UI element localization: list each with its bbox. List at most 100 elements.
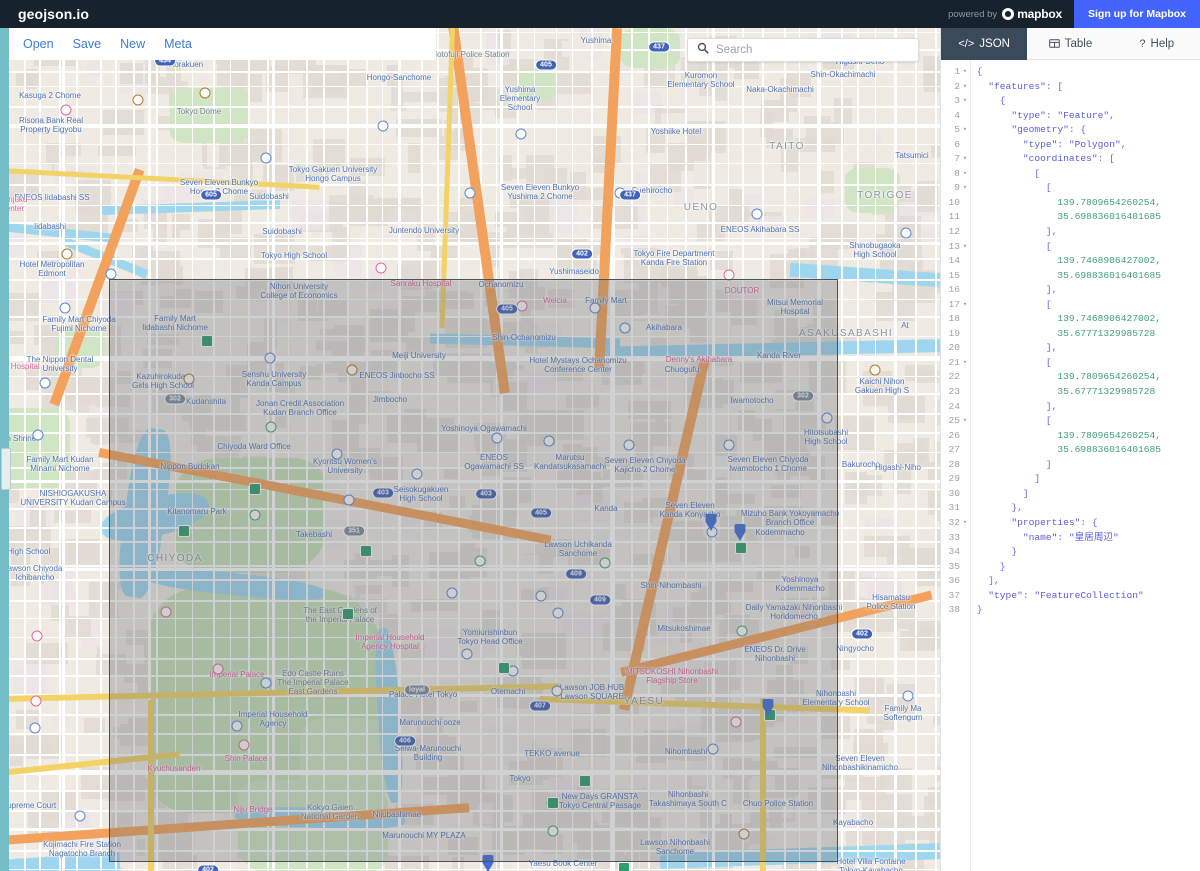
map-feature bbox=[744, 152, 769, 188]
editor-line[interactable]: ], bbox=[971, 400, 1200, 415]
map-viewport[interactable]: Family MartHongo DochomeYushimaMotofuji … bbox=[0, 28, 940, 871]
map-feature bbox=[5, 735, 40, 754]
map-label: Tokyo Gakuen University Hongo Campus bbox=[288, 165, 378, 184]
top-bar: geojson.io powered by mapbox Sign up for… bbox=[0, 0, 1200, 28]
search-box[interactable] bbox=[687, 38, 919, 62]
editor-line-number: 15▾ bbox=[948, 269, 960, 281]
editor-line[interactable]: ], bbox=[971, 225, 1200, 240]
search-input[interactable] bbox=[716, 44, 901, 56]
editor-line[interactable]: }, bbox=[971, 501, 1200, 516]
editor-code[interactable]: { "features": [ { "type": "Feature", "ge… bbox=[971, 60, 1200, 871]
map-label: Naka-Okachimachi bbox=[746, 85, 814, 94]
signup-for-mapbox-button[interactable]: Sign up for Mapbox bbox=[1074, 0, 1200, 28]
code-icon: </> bbox=[958, 37, 975, 50]
editor-line[interactable]: 35.698836016401685 bbox=[971, 269, 1200, 284]
editor-line[interactable]: { bbox=[971, 65, 1200, 80]
editor-line[interactable]: } bbox=[971, 545, 1200, 560]
map-label: Family Ma Softengum bbox=[883, 704, 923, 723]
map-feature bbox=[89, 428, 105, 443]
editor-line-number: 36▾ bbox=[948, 575, 960, 587]
editor-line[interactable]: ], bbox=[971, 283, 1200, 298]
editor-line[interactable]: 35.698836016401685 bbox=[971, 443, 1200, 458]
editor-line[interactable]: 35.67771329985728 bbox=[971, 327, 1200, 342]
editor-line[interactable]: 139.7468906427002, bbox=[971, 254, 1200, 269]
menu-meta[interactable]: Meta bbox=[164, 37, 192, 51]
editor-line[interactable]: "name": "皇居周辺" bbox=[971, 531, 1200, 546]
panel-collapse-handle[interactable] bbox=[1, 448, 11, 490]
tab-json[interactable]: </> JSON bbox=[941, 28, 1028, 60]
editor-line[interactable]: ] bbox=[971, 487, 1200, 502]
menu-new[interactable]: New bbox=[120, 37, 145, 51]
map-poi-icon bbox=[377, 120, 389, 132]
map-feature bbox=[864, 535, 911, 558]
editor-line-number: 22▾ bbox=[948, 371, 960, 383]
map-feature bbox=[98, 145, 137, 157]
editor-line[interactable]: "type": "FeatureCollection" bbox=[971, 589, 1200, 604]
editor-line[interactable]: 139.7468906427002, bbox=[971, 312, 1200, 327]
table-icon bbox=[1048, 38, 1060, 49]
editor-line-number: 4▾ bbox=[954, 109, 960, 121]
editor-line[interactable]: ], bbox=[971, 574, 1200, 589]
editor-line[interactable]: ] bbox=[971, 472, 1200, 487]
map-feature bbox=[24, 28, 26, 871]
json-editor[interactable]: 1▾ 2▾ 3▾ 4▾ 5▾ 6▾ 7▾ 8▾ 9▾ 10▾ 11▾ 12▾ 13▾ 14▾ 15▾ 16▾ 1… bbox=[941, 60, 1200, 871]
editor-line[interactable]: } bbox=[971, 560, 1200, 575]
map-label: Tokyo Dome bbox=[176, 107, 222, 116]
editor-line[interactable]: } bbox=[971, 603, 1200, 618]
editor-line[interactable]: "type": "Polygon", bbox=[971, 138, 1200, 153]
editor-line-number: 34▾ bbox=[948, 546, 960, 558]
editor-line[interactable]: ] bbox=[971, 458, 1200, 473]
editor-line-number: 31▾ bbox=[948, 502, 960, 514]
map-feature bbox=[119, 63, 143, 85]
drawn-polygon-selection[interactable] bbox=[109, 279, 838, 862]
editor-line-number: 18▾ bbox=[948, 313, 960, 325]
editor-line-number: 21 ▾ bbox=[948, 356, 968, 368]
map-label: Kuromon Elementary School bbox=[667, 71, 735, 90]
map-feature bbox=[841, 28, 843, 871]
map-label: Suidobashi bbox=[262, 227, 302, 236]
map-label: awson Chiyoda Ichibancho bbox=[7, 564, 63, 583]
editor-line[interactable]: [ bbox=[971, 181, 1200, 196]
editor-line-number: 8 ▾ bbox=[954, 167, 968, 179]
editor-line[interactable]: [ bbox=[971, 167, 1200, 182]
map-label: Hisamatsu Police Station bbox=[866, 593, 916, 612]
menu-save[interactable]: Save bbox=[73, 37, 102, 51]
map-label: Kaichi Nihon Gakuen High S bbox=[854, 377, 910, 396]
mapbox-logo: mapbox bbox=[1002, 7, 1062, 21]
editor-line[interactable]: 35.698836016401685 bbox=[971, 210, 1200, 225]
editor-line[interactable]: [ bbox=[971, 298, 1200, 313]
editor-line[interactable]: 139.7809654260254, bbox=[971, 370, 1200, 385]
editor-line[interactable]: 35.67771329985728 bbox=[971, 385, 1200, 400]
tab-table[interactable]: Table bbox=[1027, 28, 1114, 60]
editor-line[interactable]: "geometry": { bbox=[971, 123, 1200, 138]
editor-line[interactable]: [ bbox=[971, 356, 1200, 371]
editor-line[interactable]: "properties": { bbox=[971, 516, 1200, 531]
editor-gutter: 1▾ 2▾ 3▾ 4▾ 5▾ 6▾ 7▾ 8▾ 9▾ 10▾ 11▾ 12▾ 13▾ 14▾ 15▾ 16▾ 1… bbox=[941, 60, 971, 871]
editor-line[interactable]: "coordinates": [ bbox=[971, 152, 1200, 167]
editor-line-number: 30▾ bbox=[948, 487, 960, 499]
tab-help-label: Help bbox=[1150, 37, 1175, 50]
map-label: Motofuji Police Station bbox=[430, 50, 510, 59]
editor-line[interactable]: 139.7809654260254, bbox=[971, 429, 1200, 444]
editor-line[interactable]: [ bbox=[971, 414, 1200, 429]
menu-open[interactable]: Open bbox=[23, 37, 54, 51]
editor-line[interactable]: 139.7809654260254, bbox=[971, 196, 1200, 211]
editor-line[interactable]: "type": "Feature", bbox=[971, 109, 1200, 124]
editor-line[interactable]: [ bbox=[971, 240, 1200, 255]
map-label: Yushima Elementary School bbox=[499, 85, 541, 113]
tab-table-label: Table bbox=[1064, 37, 1093, 50]
map-label: Tatsumici bbox=[895, 151, 929, 160]
editor-line[interactable]: { bbox=[971, 94, 1200, 109]
map-label: Supreme Court bbox=[1, 801, 57, 810]
map-feature bbox=[934, 28, 937, 871]
map-feature bbox=[102, 110, 144, 136]
tab-help[interactable]: ? Help bbox=[1113, 28, 1200, 60]
editor-line[interactable]: "features": [ bbox=[971, 80, 1200, 95]
map-label: Yushima bbox=[580, 36, 612, 45]
map-label: Hotel Villa Fontaine Tokyo-Kayabacho bbox=[836, 857, 906, 871]
powered-by-mapbox: powered by mapbox bbox=[948, 7, 1074, 21]
map-label: Kayabacho bbox=[832, 818, 874, 827]
editor-line-number: 9 ▾ bbox=[954, 182, 968, 194]
editor-line-number: 25 ▾ bbox=[948, 415, 968, 427]
editor-line[interactable]: ], bbox=[971, 341, 1200, 356]
